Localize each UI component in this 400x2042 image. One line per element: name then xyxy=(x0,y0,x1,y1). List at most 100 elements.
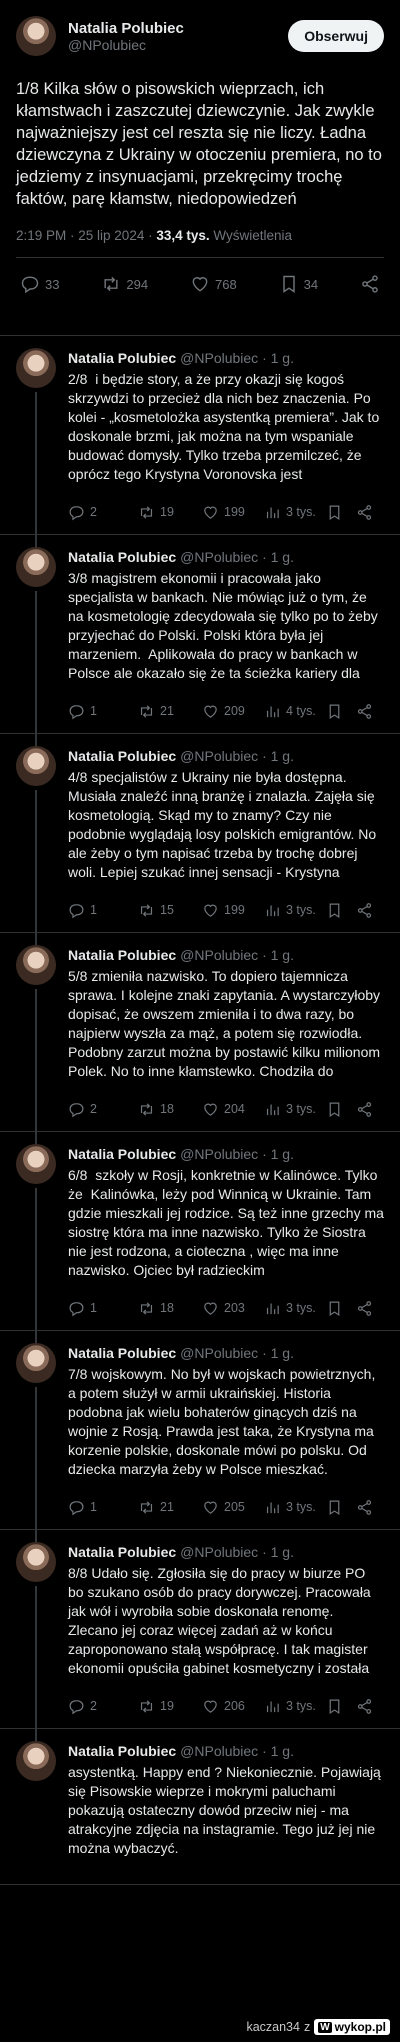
author-name[interactable]: Natalia Polubiec xyxy=(68,549,176,565)
repost-button[interactable]: 18 xyxy=(138,1101,202,1118)
reply-count: 33 xyxy=(45,276,60,292)
bookmark-button[interactable] xyxy=(326,703,356,720)
like-count: 203 xyxy=(224,1301,245,1315)
avatar[interactable] xyxy=(16,348,56,388)
share-button[interactable] xyxy=(360,274,380,294)
share-button[interactable] xyxy=(356,1499,373,1516)
repost-button[interactable]: 18 xyxy=(138,1300,202,1317)
reply-tweet-9[interactable]: Natalia Polubiec @NPolubiec · 1 g. asyste… xyxy=(0,1729,400,1885)
repost-button[interactable]: 21 xyxy=(138,703,202,720)
avatar[interactable] xyxy=(16,746,56,786)
views-button[interactable]: 3 tys. xyxy=(264,1101,326,1118)
views-button[interactable]: 3 tys. xyxy=(264,1300,326,1317)
reply-button[interactable]: 33 xyxy=(20,274,59,294)
share-button[interactable] xyxy=(356,1101,373,1118)
reply-button[interactable]: 2 xyxy=(68,1101,138,1118)
reply-content: Natalia Polubiec @NPolubiec · 1 g. 8/8 Ud… xyxy=(68,1542,384,1728)
reply-tweet-4[interactable]: Natalia Polubiec @NPolubiec · 1 g. 4/8 sp… xyxy=(0,734,400,946)
reply-meta: @NPolubiec · 1 g. xyxy=(180,947,294,963)
repost-count: 18 xyxy=(160,1301,174,1315)
author-name[interactable]: Natalia Polubiec xyxy=(68,350,176,366)
views-button[interactable]: 3 tys. xyxy=(264,1499,326,1516)
author-name[interactable]: Natalia Polubiec xyxy=(68,1146,176,1162)
author-name[interactable]: Natalia Polubiec xyxy=(68,748,176,764)
tweet-time[interactable]: 2:19 PM · 25 lip 2024 · xyxy=(16,228,156,243)
views-button[interactable]: 3 tys. xyxy=(264,902,326,919)
bookmark-button[interactable] xyxy=(326,902,356,919)
repost-button[interactable]: 15 xyxy=(138,902,202,919)
reply-button[interactable]: 1 xyxy=(68,703,138,720)
repost-button[interactable]: 19 xyxy=(138,504,202,521)
like-button[interactable]: 199 xyxy=(202,504,264,521)
thread-line xyxy=(35,392,37,548)
follow-button[interactable]: Obserwuj xyxy=(288,20,384,52)
author-handle[interactable]: @NPolubiec xyxy=(68,37,288,53)
heart-icon xyxy=(204,1302,217,1315)
bookmark-button[interactable] xyxy=(326,1300,356,1317)
repost-button[interactable]: 294 xyxy=(101,274,148,294)
author-name[interactable]: Natalia Polubiec xyxy=(68,947,176,963)
bookmark-button[interactable] xyxy=(326,1698,356,1715)
share-button[interactable] xyxy=(356,1698,373,1715)
reply-icon xyxy=(69,1699,84,1714)
reply-button[interactable]: 2 xyxy=(68,1698,138,1715)
like-count: 204 xyxy=(224,1102,245,1116)
like-button[interactable]: 204 xyxy=(202,1101,264,1118)
reply-tweet-6[interactable]: Natalia Polubiec @NPolubiec · 1 g. 6/8 sz… xyxy=(0,1132,400,1344)
repost-button[interactable]: 19 xyxy=(138,1698,202,1715)
avatar[interactable] xyxy=(16,1343,56,1383)
bookmark-button[interactable] xyxy=(326,1101,356,1118)
reply-tweet-8[interactable]: Natalia Polubiec @NPolubiec · 1 g. 8/8 Ud… xyxy=(0,1530,400,1742)
bookmark-icon xyxy=(329,1699,340,1714)
analytics-icon xyxy=(266,1701,279,1712)
views-button[interactable]: 3 tys. xyxy=(264,504,326,521)
reply-text: 2/8 i będzie story, a że przy okazji się… xyxy=(68,371,384,482)
wykop-logo: Wwykop.pl xyxy=(314,2019,390,2035)
avatar[interactable] xyxy=(16,16,56,56)
bookmark-button[interactable]: 34 xyxy=(279,274,318,294)
views-button[interactable]: 3 tys. xyxy=(264,1698,326,1715)
avatar[interactable] xyxy=(16,1144,56,1184)
author-name[interactable]: Natalia Polubiec xyxy=(68,1544,176,1560)
avatar[interactable] xyxy=(16,945,56,985)
like-button[interactable]: 209 xyxy=(202,703,264,720)
share-button[interactable] xyxy=(356,1300,373,1317)
avatar[interactable] xyxy=(16,1542,56,1582)
views-button[interactable]: 4 tys. xyxy=(264,703,326,720)
repost-icon xyxy=(140,903,153,917)
reply-button[interactable]: 2 xyxy=(68,504,138,521)
reply-tweet-7[interactable]: Natalia Polubiec @NPolubiec · 1 g. 7/8 wo… xyxy=(0,1331,400,1543)
reply-icon xyxy=(69,1301,84,1316)
like-button[interactable]: 203 xyxy=(202,1300,264,1317)
reply-tweet-3[interactable]: Natalia Polubiec @NPolubiec · 1 g. 3/8 ma… xyxy=(0,535,400,747)
reply-tweet-5[interactable]: Natalia Polubiec @NPolubiec · 1 g. 5/8 zm… xyxy=(0,933,400,1145)
reply-button[interactable]: 1 xyxy=(68,902,138,919)
reply-actions: 1 21 205 3 tys. xyxy=(68,1485,384,1529)
author-name[interactable]: Natalia Polubiec xyxy=(68,1345,176,1361)
share-icon xyxy=(357,1300,372,1316)
bookmark-button[interactable] xyxy=(326,504,356,521)
share-button[interactable] xyxy=(356,703,373,720)
reply-actions: 1 21 209 4 tys. xyxy=(68,689,384,733)
thread-line xyxy=(35,591,37,747)
like-button[interactable]: 199 xyxy=(202,902,264,919)
share-button[interactable] xyxy=(356,902,373,919)
reply-button[interactable]: 1 xyxy=(68,1499,138,1516)
analytics-icon xyxy=(266,507,279,518)
avatar[interactable] xyxy=(16,1741,56,1781)
like-button[interactable]: 206 xyxy=(202,1698,264,1715)
like-button[interactable]: 768 xyxy=(190,274,237,294)
footer-sep: z xyxy=(303,2020,311,2034)
author-name[interactable]: Natalia Polubiec xyxy=(68,20,288,37)
tweet-text: 1/8 Kilka słów o pisowskich wieprzach, i… xyxy=(16,80,387,208)
share-button[interactable] xyxy=(356,504,373,521)
author-name[interactable]: Natalia Polubiec xyxy=(68,1743,176,1759)
avatar[interactable] xyxy=(16,547,56,587)
reply-button[interactable]: 1 xyxy=(68,1300,138,1317)
reply-tweet-2[interactable]: Natalia Polubiec @NPolubiec · 1 g. 2/8 i … xyxy=(0,336,400,548)
reply-header: Natalia Polubiec @NPolubiec · 1 g. xyxy=(68,1144,384,1164)
repost-button[interactable]: 21 xyxy=(138,1499,202,1516)
bookmark-button[interactable] xyxy=(326,1499,356,1516)
reply-count: 1 xyxy=(90,903,97,917)
like-button[interactable]: 205 xyxy=(202,1499,264,1516)
